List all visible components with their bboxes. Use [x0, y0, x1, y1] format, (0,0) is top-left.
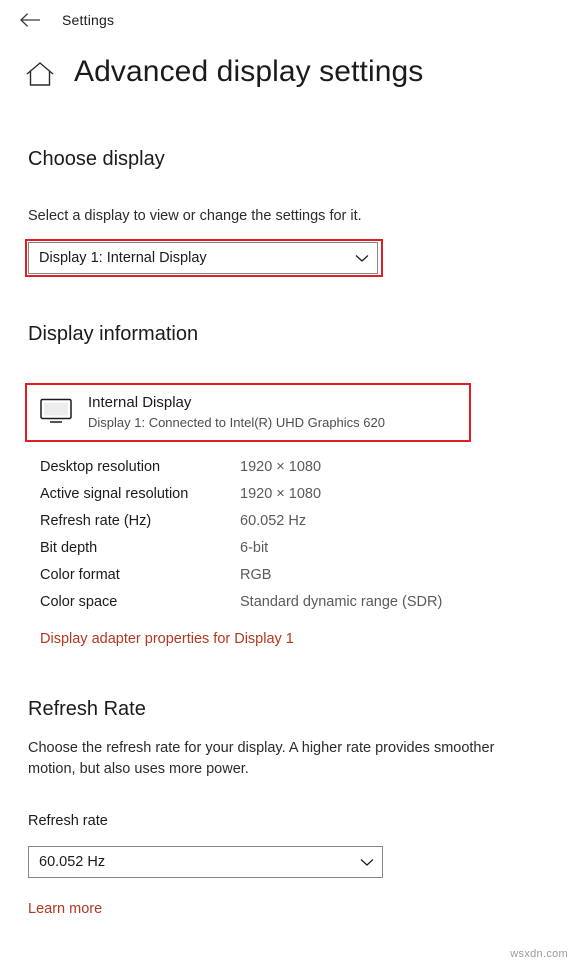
monitor-connection: Display 1: Connected to Intel(R) UHD Gra… [88, 414, 385, 430]
monitor-summary: Internal Display Display 1: Connected to… [28, 393, 528, 430]
monitor-name: Internal Display [88, 394, 192, 411]
refresh-rate-description: Choose the refresh rate for your display… [28, 740, 495, 778]
spec-key: Color format [40, 566, 120, 583]
page-header: Advanced display settings [24, 56, 423, 88]
choose-display-description: Select a display to view or change the s… [28, 208, 362, 224]
spec-key: Refresh rate (Hz) [40, 512, 152, 529]
chevron-down-icon [360, 858, 374, 867]
watermark: wsxdn.com [510, 948, 568, 960]
table-row: Color space Standard dynamic range (SDR) [28, 588, 528, 615]
spec-key: Desktop resolution [40, 458, 161, 475]
window-title: Settings [62, 12, 115, 28]
learn-more-link[interactable]: Learn more [28, 901, 102, 917]
spec-value: RGB [240, 566, 272, 583]
spec-value: Standard dynamic range (SDR) [240, 593, 443, 610]
refresh-rate-select-value: 60.052 Hz [39, 854, 106, 870]
table-row: Refresh rate (Hz) 60.052 Hz [28, 507, 528, 534]
spec-value: 1920 × 1080 [240, 458, 322, 475]
display-specs-table: Desktop resolution 1920 × 1080 Active si… [28, 453, 528, 615]
spec-value: 6-bit [240, 539, 269, 556]
refresh-rate-field-label: Refresh rate [28, 813, 108, 829]
display-adapter-properties-link[interactable]: Display adapter properties for Display 1 [28, 631, 294, 647]
refresh-rate-select[interactable]: 60.052 Hz [28, 846, 383, 878]
chevron-down-icon [355, 254, 369, 263]
table-row: Active signal resolution 1920 × 1080 [28, 480, 528, 507]
display-information-heading: Display information [28, 323, 199, 345]
table-row: Bit depth 6-bit [28, 534, 528, 561]
window-titlebar: Settings [0, 0, 578, 40]
spec-key: Active signal resolution [40, 485, 189, 502]
spec-key: Color space [40, 593, 118, 610]
table-row: Desktop resolution 1920 × 1080 [28, 453, 528, 480]
display-select[interactable]: Display 1: Internal Display [28, 242, 378, 274]
monitor-icon [40, 398, 72, 424]
spec-value: 60.052 Hz [240, 512, 307, 529]
back-button[interactable] [8, 4, 52, 36]
home-icon[interactable] [24, 56, 56, 88]
table-row: Color format RGB [28, 561, 528, 588]
refresh-rate-heading: Refresh Rate [28, 698, 146, 720]
spec-value: 1920 × 1080 [240, 485, 322, 502]
spec-key: Bit depth [40, 539, 98, 556]
page-title: Advanced display settings [74, 55, 424, 88]
display-select-value: Display 1: Internal Display [39, 250, 207, 266]
settings-window: Settings Advanced display settings Choos… [0, 0, 578, 966]
choose-display-heading: Choose display [28, 148, 165, 170]
arrow-left-icon [20, 13, 40, 27]
